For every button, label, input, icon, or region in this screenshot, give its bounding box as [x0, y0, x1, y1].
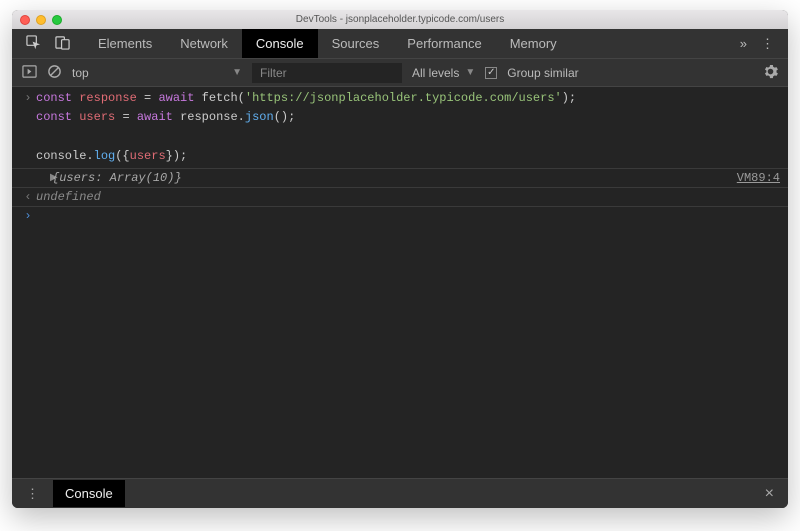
- titlebar: DevTools - jsonplaceholder.typicode.com/…: [12, 10, 788, 29]
- tab-network[interactable]: Network: [166, 29, 242, 58]
- console-settings-icon[interactable]: [763, 64, 778, 82]
- inspect-element-icon[interactable]: [26, 35, 41, 53]
- tab-elements[interactable]: Elements: [84, 29, 166, 58]
- device-toolbar-icon[interactable]: [55, 35, 70, 53]
- tab-performance[interactable]: Performance: [393, 29, 495, 58]
- drawer-tab-console[interactable]: Console: [53, 480, 125, 507]
- group-similar-checkbox[interactable]: ✓: [485, 67, 497, 79]
- console-log-output[interactable]: ▶ {users: Array(10)} VM89:4: [12, 168, 788, 188]
- window-title: DevTools - jsonplaceholder.typicode.com/…: [12, 14, 788, 25]
- drawer-menu-icon[interactable]: ⋮: [12, 486, 53, 502]
- input-prompt-icon: ›: [20, 89, 36, 166]
- tabs-overflow-button[interactable]: »: [740, 36, 747, 51]
- drawer: ⋮ Console ×: [12, 478, 788, 508]
- log-levels-selector[interactable]: All levels ▼: [412, 66, 475, 80]
- console-prompt[interactable]: ›: [12, 207, 788, 225]
- context-selector-label: top: [72, 66, 226, 80]
- drawer-close-icon[interactable]: ×: [751, 485, 788, 503]
- object-preview[interactable]: {users: Array(10)}: [52, 171, 737, 185]
- input-prompt-icon: ›: [20, 209, 36, 223]
- group-similar-label: Group similar: [507, 66, 578, 80]
- chevron-down-icon: ▼: [232, 67, 242, 78]
- tab-sources[interactable]: Sources: [318, 29, 394, 58]
- console-input-row: › const response = await fetch('https://…: [12, 87, 788, 168]
- log-levels-label: All levels: [412, 66, 459, 80]
- code-line: const response = await fetch('https://js…: [36, 89, 780, 166]
- console-sidebar-toggle-icon[interactable]: [22, 64, 37, 82]
- expand-triangle-icon[interactable]: ▶: [36, 172, 52, 184]
- context-selector[interactable]: top ▼: [72, 66, 242, 80]
- console-body[interactable]: › const response = await fetch('https://…: [12, 87, 788, 478]
- return-value-row: ‹ undefined: [12, 188, 788, 207]
- console-input[interactable]: [36, 209, 780, 223]
- filter-input[interactable]: [252, 63, 402, 83]
- return-arrow-icon: ‹: [20, 190, 36, 204]
- clear-console-icon[interactable]: [47, 64, 62, 82]
- source-link[interactable]: VM89:4: [737, 171, 780, 185]
- tab-memory[interactable]: Memory: [496, 29, 571, 58]
- return-value: undefined: [36, 190, 780, 204]
- chevron-down-icon: ▼: [465, 67, 475, 78]
- console-toolbar: top ▼ All levels ▼ ✓ Group similar: [12, 59, 788, 87]
- tab-console[interactable]: Console: [242, 29, 318, 58]
- devtools-tabbar: Elements Network Console Sources Perform…: [12, 29, 788, 59]
- devtools-menu-icon[interactable]: ⋮: [761, 36, 774, 52]
